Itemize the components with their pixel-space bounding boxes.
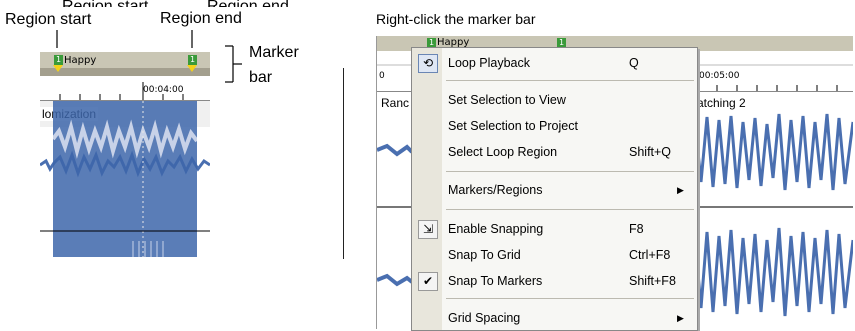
panel-divider — [343, 68, 344, 259]
menu-item-label: Snap To Markers — [448, 274, 543, 288]
menu-separator — [446, 80, 694, 81]
menu-item-grid-spacing[interactable]: Grid Spacing ▶ — [412, 306, 697, 330]
menu-separator — [446, 209, 694, 210]
menu-item-set-selection-to-view[interactable]: Set Selection to View — [412, 88, 697, 112]
ruler-ticks — [59, 82, 184, 100]
menu-item-label: Loop Playback — [448, 56, 531, 70]
checkmark-icon: ✔ — [418, 272, 438, 291]
region-start-triangle — [53, 65, 63, 72]
menu-item-label: Snap To Grid — [448, 248, 521, 262]
timeline-ruler[interactable]: 00:04:00 — [40, 76, 210, 101]
menu-item-label: Markers/Regions — [448, 183, 543, 197]
menu-item-snap-to-markers[interactable]: ✔ Snap To Markers Shift+F8 — [412, 269, 697, 293]
region-start-flag[interactable]: 1 — [54, 55, 63, 65]
menu-item-label: Select Loop Region — [448, 145, 558, 159]
menu-item-label: Set Selection to Project — [448, 119, 578, 133]
menu-item-shortcut: Shift+Q — [629, 145, 672, 159]
menu-item-shortcut: Q — [629, 56, 639, 70]
menu-item-enable-snapping[interactable]: ⇲ Enable Snapping F8 — [412, 217, 697, 241]
menu-item-shortcut: Shift+F8 — [629, 274, 676, 288]
context-menu: ⟲ Loop Playback Q Set Selection to View … — [411, 47, 698, 331]
region-end-flag[interactable]: 1 — [188, 55, 197, 65]
menu-separator — [446, 171, 694, 172]
menu-item-shortcut: Ctrl+F8 — [629, 248, 671, 262]
menu-item-markers-regions[interactable]: Markers/Regions ▶ — [412, 178, 697, 202]
marker-bar-lower — [40, 68, 210, 76]
menu-item-loop-playback[interactable]: ⟲ Loop Playback Q — [412, 51, 697, 75]
menu-item-label: Set Selection to View — [448, 93, 566, 107]
menu-item-label: Grid Spacing — [448, 311, 521, 325]
submenu-arrow-icon: ▶ — [677, 313, 684, 323]
menu-item-shortcut: F8 — [629, 222, 644, 236]
marker-name: Happy — [64, 55, 97, 66]
menu-item-select-loop-region[interactable]: Select Loop Region Shift+Q — [412, 140, 697, 164]
marker-bar-label-line2: bar — [249, 69, 273, 86]
menu-item-snap-to-grid[interactable]: Snap To Grid Ctrl+F8 — [412, 243, 697, 267]
right-caption: Right-click the marker bar — [376, 11, 536, 27]
menu-item-set-selection-to-project[interactable]: Set Selection to Project — [412, 114, 697, 138]
selected-waveform — [51, 101, 199, 257]
snap-icon: ⇲ — [418, 220, 438, 239]
region-selection[interactable] — [51, 101, 199, 257]
menu-item-label: Enable Snapping — [448, 222, 544, 236]
submenu-arrow-icon: ▶ — [677, 185, 684, 195]
left-editor-panel: 1 Happy 1 00:04:00 lomization — [40, 52, 210, 257]
marker-bar-label-line1: Marker — [249, 44, 299, 61]
loop-icon: ⟲ — [418, 54, 438, 73]
region-end-triangle — [187, 65, 197, 72]
menu-separator — [446, 298, 694, 299]
